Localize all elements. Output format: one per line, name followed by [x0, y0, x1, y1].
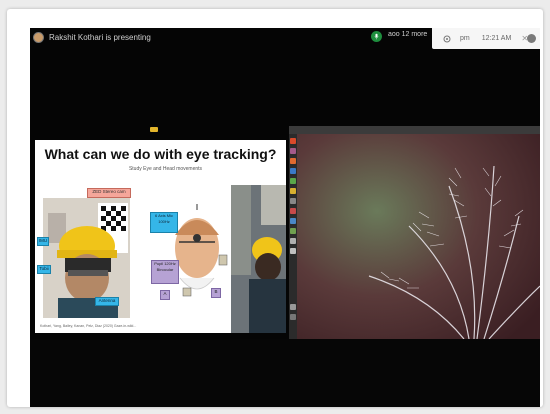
launcher-icon[interactable]	[290, 148, 296, 154]
slide-label-small-b: B	[211, 288, 221, 298]
slide-label-pupil: Pupil 120Hz Binocular	[151, 260, 179, 284]
slide-label-small-a: A	[160, 290, 170, 300]
launcher-icon[interactable]	[290, 314, 296, 320]
gear-icon[interactable]	[442, 34, 452, 44]
slide-label-imu: IMU	[37, 237, 49, 246]
launcher-icon[interactable]	[290, 238, 296, 244]
app-launcher	[289, 134, 297, 339]
launcher-icon[interactable]	[290, 248, 296, 254]
meeting-area: Rakshit Kothari is presenting aoo 12 mor…	[30, 28, 540, 407]
launcher-icon[interactable]	[290, 198, 296, 204]
slide-subtitle: Study Eye and Head movements	[128, 166, 203, 172]
status-bar: pm 12:21 AM ✕	[432, 28, 540, 49]
launcher-icon[interactable]	[290, 178, 296, 184]
slide-label-eyetracker: 6 Axis Mic 100Hz	[150, 212, 178, 233]
slide-title: What can we do with eye tracking?	[44, 146, 277, 162]
launcher-icon[interactable]	[290, 138, 296, 144]
subject-photo	[231, 185, 286, 333]
grass-wallpaper	[289, 126, 540, 339]
presentation-slide: What can we do with eye tracking? Study …	[35, 140, 286, 333]
user-icon[interactable]	[527, 34, 536, 43]
participant-count: aoo 12 more	[388, 31, 428, 38]
mic-icon	[374, 33, 379, 40]
launcher-icon[interactable]	[290, 188, 296, 194]
presenter-avatar	[33, 31, 44, 43]
slide-label-antenna: Antenna	[95, 297, 119, 306]
mic-indicator-icon[interactable]	[371, 31, 382, 42]
launcher-icon[interactable]	[290, 168, 296, 174]
status-period: pm	[460, 35, 470, 42]
slide-label-tobii: Tobii	[37, 265, 51, 274]
share-indicator	[150, 127, 158, 132]
meeting-bottom-area	[30, 339, 540, 407]
window-frame: Rakshit Kothari is presenting aoo 12 mor…	[7, 9, 543, 407]
status-clock: 12:21 AM	[481, 35, 512, 42]
launcher-icon[interactable]	[290, 208, 296, 214]
launcher-icon[interactable]	[290, 218, 296, 224]
launcher-icon[interactable]	[290, 158, 296, 164]
launcher-icon[interactable]	[290, 304, 296, 310]
launcher-icon[interactable]	[290, 228, 296, 234]
presenter-label: Rakshit Kothari is presenting	[49, 32, 151, 42]
slide-label-stereo-cam: ZED Stereo cam	[87, 188, 131, 198]
shared-desktop-photo	[289, 126, 540, 339]
slide-footer: Kothari, Yang, Bailey, Kanan, Pelz, Diaz…	[40, 324, 137, 328]
